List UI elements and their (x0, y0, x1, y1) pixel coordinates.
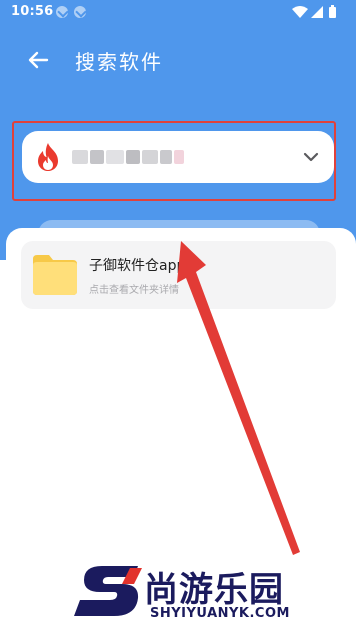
download-icon (56, 6, 68, 18)
watermark-chinese: 尚游乐园 (144, 570, 284, 610)
watermark-logo-icon (74, 566, 142, 616)
arrow-left-icon[interactable] (25, 46, 53, 74)
result-card[interactable]: 子御软件仓app 点击查看文件夹详情 (21, 241, 336, 309)
status-time: 10:56 (11, 4, 54, 19)
app-bar: 搜索软件 (0, 38, 356, 82)
source-selector[interactable] (22, 131, 334, 183)
chevron-down-icon[interactable] (300, 146, 322, 168)
result-subtitle: 点击查看文件夹详情 (89, 285, 179, 296)
watermark: 尚游乐园 SHYIYUANYK.COM (70, 560, 356, 631)
result-name: 子御软件仓app (89, 258, 186, 274)
wifi-icon (292, 6, 308, 18)
watermark-english: SHYIYUANYK.COM (150, 606, 290, 621)
signal-icon (311, 6, 323, 18)
page-title: 搜索软件 (75, 50, 163, 74)
folder-icon (33, 255, 77, 295)
download-icon (74, 6, 86, 18)
status-icons (292, 5, 336, 18)
source-name-obscured (72, 146, 184, 168)
battery-icon (329, 5, 336, 18)
status-bar: 10:56 (0, 0, 356, 24)
fire-icon (38, 143, 58, 171)
